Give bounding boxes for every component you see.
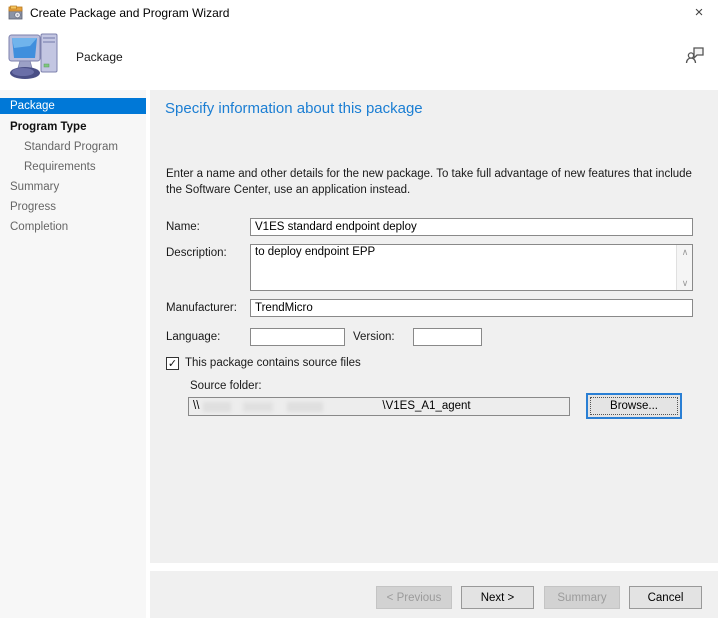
summary-button[interactable]: Summary xyxy=(544,586,620,609)
title-bar: Create Package and Program Wizard × xyxy=(0,0,720,26)
cancel-button[interactable]: Cancel xyxy=(629,586,702,609)
scroll-down-icon[interactable]: ∨ xyxy=(677,276,693,290)
intro-text: Enter a name and other details for the n… xyxy=(166,166,711,198)
sidebar-item-program-type[interactable]: Program Type xyxy=(0,119,146,135)
sidebar-item-package[interactable]: Package xyxy=(0,98,146,114)
feedback-icon[interactable] xyxy=(684,44,706,66)
language-label: Language: xyxy=(166,331,220,343)
name-label: Name: xyxy=(166,221,200,233)
version-input[interactable] xyxy=(413,328,482,346)
computer-icon xyxy=(8,32,64,82)
version-label: Version: xyxy=(353,331,395,343)
app-package-icon xyxy=(8,5,24,21)
header-step-title: Package xyxy=(76,50,123,64)
next-button[interactable]: Next > xyxy=(461,586,534,609)
previous-button[interactable]: < Previous xyxy=(376,586,452,609)
sidebar-item-standard-program[interactable]: Standard Program xyxy=(0,139,146,155)
close-button[interactable]: × xyxy=(684,3,714,23)
manufacturer-label: Manufacturer: xyxy=(166,302,237,314)
wizard-footer: < Previous Next > Summary Cancel xyxy=(150,571,718,618)
name-input[interactable] xyxy=(250,218,693,236)
description-input[interactable]: to deploy endpoint EPP xyxy=(251,245,677,290)
wizard-content: Specify information about this package E… xyxy=(150,90,718,563)
source-folder-path-suffix: \V1ES_A1_agent xyxy=(382,398,470,415)
browse-button[interactable]: Browse... xyxy=(586,393,682,419)
scroll-up-icon[interactable]: ∧ xyxy=(677,245,693,259)
sidebar-item-progress[interactable]: Progress xyxy=(0,199,146,215)
sidebar-item-requirements[interactable]: Requirements xyxy=(0,159,146,175)
sidebar-item-summary[interactable]: Summary xyxy=(0,179,146,195)
wizard-sidebar: Package Program Type Standard Program Re… xyxy=(0,90,146,618)
source-folder-field[interactable]: \\ \V1ES_A1_agent xyxy=(188,397,570,416)
source-files-checkbox-label: This package contains source files xyxy=(185,357,361,369)
language-input[interactable] xyxy=(250,328,345,346)
manufacturer-input[interactable] xyxy=(250,299,693,317)
wizard-header: Package xyxy=(0,26,720,88)
description-field-frame: to deploy endpoint EPP ∧ ∨ xyxy=(250,244,693,291)
wizard-window: Create Package and Program Wizard × Pack… xyxy=(0,0,720,618)
source-files-checkbox[interactable]: ✓ xyxy=(166,357,179,370)
description-label: Description: xyxy=(166,247,227,259)
window-title: Create Package and Program Wizard xyxy=(30,6,229,20)
source-folder-path-prefix: \\ xyxy=(193,398,199,415)
sidebar-item-completion[interactable]: Completion xyxy=(0,219,146,235)
source-folder-redacted-segment xyxy=(203,402,378,412)
description-scrollbar: ∧ ∨ xyxy=(676,245,692,290)
source-folder-label: Source folder: xyxy=(190,380,262,392)
page-title: Specify information about this package xyxy=(165,100,423,117)
